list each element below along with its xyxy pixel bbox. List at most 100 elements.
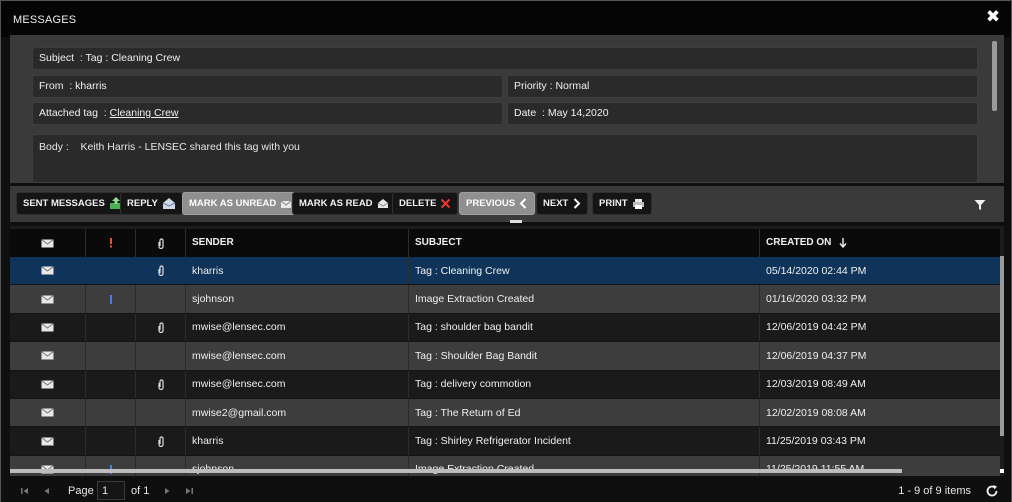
table-row[interactable]: kharris Tag : Shirley Refrigerator Incide…: [10, 427, 1000, 456]
header-priority[interactable]: [86, 229, 136, 257]
chevron-right-icon: [574, 198, 581, 209]
date-value: May 14,2020: [547, 107, 609, 119]
table-row[interactable]: sjohnson Image Extraction Created 01/16/20…: [10, 285, 1000, 314]
priority-icon: [109, 238, 112, 248]
header-sender[interactable]: SENDER: [186, 229, 409, 257]
header-subject[interactable]: SUBJECT: [409, 229, 760, 257]
sent-messages-button[interactable]: SENT MESSAGES: [16, 192, 130, 215]
grid-horizontal-scrollbar[interactable]: [10, 469, 902, 473]
previous-page-icon[interactable]: [41, 485, 53, 497]
envelope-icon: [41, 351, 54, 360]
grid-header: SENDER SUBJECT CREATED ON: [10, 229, 1000, 257]
paperclip-icon: [157, 379, 164, 390]
body-label: Body :: [39, 141, 69, 153]
attachment-cell: [136, 313, 186, 342]
sort-down-arrow-icon: [839, 238, 847, 248]
page-number-input[interactable]: [97, 481, 125, 500]
reply-icon: [162, 198, 176, 209]
subject-label: Subject: [39, 52, 75, 64]
attachment-cell: [136, 398, 186, 427]
previous-button[interactable]: PREVIOUS: [459, 192, 536, 215]
detail-scrollbar[interactable]: [992, 41, 997, 111]
next-page-icon[interactable]: [161, 485, 173, 497]
subject-field: Subject : Tag : Cleaning Crew: [32, 47, 978, 70]
attachment-cell: [136, 342, 186, 370]
window-title: MESSAGES: [13, 14, 77, 26]
subject-cell: Tag : Shoulder Bag Bandit: [409, 342, 760, 370]
read-status-cell: [10, 427, 86, 455]
table-row[interactable]: mwise2@gmail.com Tag : The Return of Ed 12…: [10, 398, 1000, 428]
created-on-cell: 12/06/2019 04:42 PM: [766, 321, 867, 334]
attached-tag-link[interactable]: Cleaning Crew: [110, 107, 179, 119]
mark-as-read-button[interactable]: MARK AS READ: [292, 192, 396, 215]
table-row[interactable]: mwise@lensec.com Tag : Shoulder Bag Bandi…: [10, 342, 1000, 371]
reply-button[interactable]: REPLY: [120, 192, 183, 215]
header-created-on[interactable]: CREATED ON: [760, 229, 1000, 257]
header-read-status[interactable]: [10, 229, 86, 257]
grid-vertical-scrollbar[interactable]: [1000, 256, 1004, 436]
from-label: From: [39, 80, 64, 92]
from-value: kharris: [75, 80, 107, 92]
messages-grid: SENDER SUBJECT CREATED ON kharris Tag : C…: [10, 226, 1004, 476]
grid-rows: kharris Tag : Cleaning Crew 05/14/2020 02:…: [10, 257, 1000, 476]
table-row[interactable]: mwise@lensec.com Tag : shoulder bag bandi…: [10, 313, 1000, 343]
filter-icon[interactable]: [974, 199, 986, 211]
attachment-cell: [136, 257, 186, 285]
priority-cell: [86, 257, 136, 285]
paperclip-icon: [157, 265, 164, 277]
envelope-icon: [41, 238, 54, 247]
attachment-cell: [136, 285, 186, 313]
sender-cell: mwise@lensec.com: [186, 313, 409, 342]
table-row[interactable]: kharris Tag : Cleaning Crew 05/14/2020 02:…: [10, 257, 1000, 286]
print-button[interactable]: PRINT: [592, 192, 652, 215]
attachment-cell: [136, 370, 186, 398]
chevron-left-icon: [519, 198, 527, 209]
envelope-icon: [280, 200, 292, 208]
close-icon[interactable]: ✖: [985, 8, 1001, 25]
created-on-cell: 12/06/2019 04:37 PM: [766, 349, 867, 362]
reply-label: REPLY: [127, 198, 158, 209]
priority-cell: [86, 342, 136, 370]
envelope-icon: [41, 294, 54, 304]
attached-tag-label: Attached tag: [39, 107, 98, 119]
delete-button[interactable]: DELETE: [392, 192, 459, 215]
priority-value: Normal: [555, 80, 590, 92]
sender-cell: kharris: [186, 257, 409, 285]
header-attachment[interactable]: [136, 229, 186, 257]
paperclip-icon: [157, 322, 164, 333]
resize-grip[interactable]: [510, 220, 522, 223]
next-button[interactable]: NEXT: [536, 192, 589, 215]
subject-cell: Tag : Cleaning Crew: [409, 257, 760, 285]
priority-cell: [86, 398, 136, 427]
envelope-icon: [41, 408, 54, 417]
created-on-cell: 11/25/2019 03:43 PM: [766, 435, 866, 448]
last-page-icon[interactable]: [183, 485, 195, 497]
priority-cell: [86, 427, 136, 455]
created-on-cell: 12/02/2019 08:08 AM: [766, 406, 866, 419]
created-on-cell: 01/16/2020 03:32 PM: [766, 293, 867, 306]
created-on-cell: 05/14/2020 02:44 PM: [766, 264, 867, 277]
body-value: Keith Harris - LENSEC shared this tag wi…: [80, 141, 300, 153]
first-page-icon[interactable]: [19, 485, 31, 497]
read-status-cell: [10, 313, 86, 342]
mark-as-unread-button[interactable]: MARK AS UNREAD: [182, 192, 300, 215]
title-bar: MESSAGES ✖: [1, 1, 1011, 37]
read-status-cell: [10, 370, 86, 398]
print-label: PRINT: [599, 198, 628, 209]
scroll-corner: [1000, 469, 1004, 473]
read-status-cell: [10, 285, 86, 313]
subject-cell: Tag : The Return of Ed: [409, 398, 760, 427]
body-field: Body : Keith Harris - LENSEC shared this…: [32, 134, 978, 183]
refresh-icon[interactable]: [985, 484, 999, 498]
delete-x-icon: [441, 198, 451, 209]
read-status-cell: [10, 257, 86, 285]
table-row[interactable]: mwise@lensec.com Tag : delivery commotion…: [10, 370, 1000, 399]
message-detail-panel: Subject : Tag : Cleaning Crew From : kha…: [10, 35, 1004, 183]
created-on-cell: 12/03/2019 08:49 AM: [766, 378, 866, 391]
pager: Page of 1 1 - 9 of 9 items: [1, 479, 1011, 502]
sent-messages-label: SENT MESSAGES: [23, 198, 105, 209]
from-field: From : kharris: [32, 75, 503, 98]
sender-cell: sjohnson: [186, 285, 409, 313]
previous-label: PREVIOUS: [466, 198, 516, 209]
priority-cell: [86, 313, 136, 342]
